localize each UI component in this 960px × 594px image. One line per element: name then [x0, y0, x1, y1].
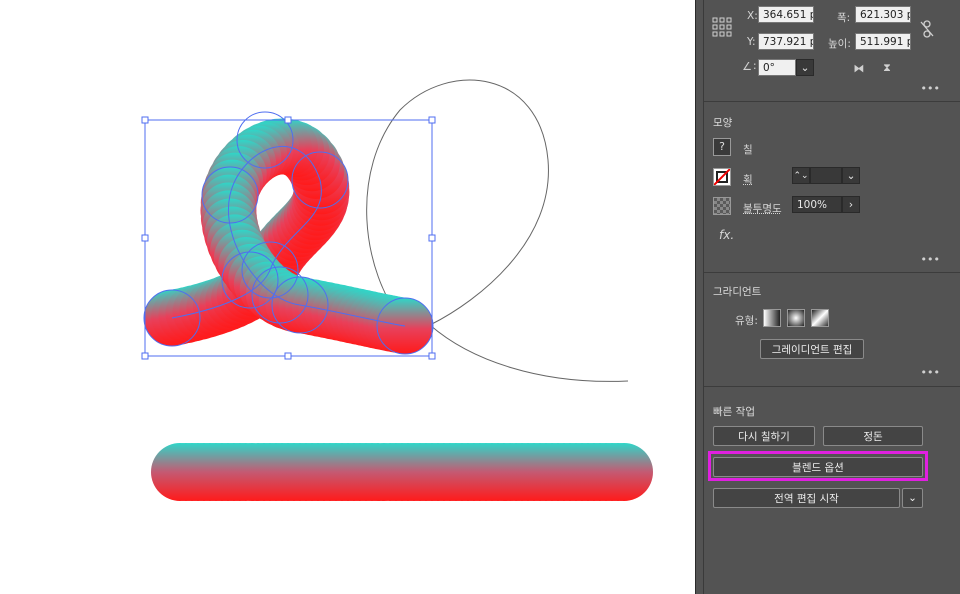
selection-handle — [141, 352, 149, 360]
height-field[interactable]: 511.991 p — [855, 33, 911, 50]
chevron-down-icon: ⌄ — [846, 170, 856, 182]
fill-swatch[interactable]: ? — [713, 138, 731, 156]
y-field[interactable]: 737.921 p — [758, 33, 814, 50]
width-field[interactable]: 621.303 p — [855, 6, 911, 23]
opacity-arrow-button[interactable]: › — [842, 196, 860, 213]
selection-handle — [141, 116, 149, 124]
opacity-field[interactable]: 100% — [792, 196, 842, 213]
selection-handle — [428, 116, 436, 124]
blend-loop-object — [143, 111, 434, 355]
radial-gradient-icon[interactable] — [787, 309, 805, 327]
gradient-title: 그라디언트 — [713, 286, 762, 298]
blend-step-circle — [595, 443, 653, 501]
artwork-svg — [141, 79, 653, 501]
transform-more-button[interactable]: ••• — [921, 82, 940, 95]
y-label: Y: — [747, 36, 756, 48]
selection-handle — [428, 234, 436, 242]
selection-handle — [141, 234, 149, 242]
height-label: 높이: — [828, 38, 851, 50]
chevron-down-icon: ⌄ — [800, 62, 810, 74]
artboard-canvas[interactable] — [0, 0, 695, 594]
properties-panel: X: 364.651 p Y: 737.921 p 폭: 621.303 p 높… — [695, 0, 960, 594]
opacity-checker-icon — [713, 197, 731, 215]
opacity-label[interactable]: 불투명도 — [743, 201, 782, 216]
stroke-swatch[interactable] — [713, 168, 731, 186]
arrange-button[interactable]: 정돈 — [823, 426, 923, 446]
fill-label: 칠 — [743, 144, 753, 156]
linear-gradient-icon[interactable] — [763, 309, 781, 327]
edit-gradient-button[interactable]: 그레이디언트 편집 — [760, 339, 864, 359]
chevron-down-icon: ⌄ — [908, 492, 917, 504]
constrain-proportions-icon[interactable] — [919, 18, 935, 40]
global-edit-dropdown[interactable]: ⌄ — [902, 488, 923, 508]
x-label: X: — [747, 10, 758, 22]
appearance-title: 모양 — [713, 117, 733, 129]
appearance-more-button[interactable]: ••• — [921, 253, 940, 266]
angle-field[interactable]: 0° — [758, 59, 796, 76]
angle-colon: : — [753, 60, 757, 72]
quick-actions-title: 빠른 작업 — [713, 406, 755, 418]
reference-point-icon[interactable] — [711, 16, 733, 38]
selection-handle — [284, 116, 292, 124]
gradient-type-label: 유형: — [735, 315, 758, 327]
flip-horizontal-icon[interactable]: ⧓ — [851, 60, 867, 76]
angle-dropdown[interactable]: ⌄ — [796, 59, 814, 76]
global-edit-button[interactable]: 전역 편집 시작 — [713, 488, 900, 508]
stroke-weight-field[interactable] — [810, 167, 842, 184]
gradient-more-button[interactable]: ••• — [921, 366, 940, 379]
selection-handle — [428, 352, 436, 360]
stroke-label[interactable]: 획 — [743, 172, 753, 187]
stroke-weight-stepper[interactable]: ⌃⌄ — [792, 167, 810, 184]
flip-vertical-icon[interactable]: ⧗ — [879, 60, 895, 76]
freeform-gradient-icon[interactable] — [811, 309, 829, 327]
width-label: 폭: — [837, 12, 851, 24]
x-field[interactable]: 364.651 p — [758, 6, 814, 23]
blend-straight-object — [151, 443, 653, 501]
fx-effects-button[interactable]: fx. — [719, 228, 734, 242]
chevron-right-icon: › — [848, 199, 854, 211]
recolor-button[interactable]: 다시 칠하기 — [713, 426, 815, 446]
blend-options-highlight — [708, 451, 928, 481]
stroke-weight-dropdown[interactable]: ⌄ — [842, 167, 860, 184]
selection-handle — [284, 352, 292, 360]
